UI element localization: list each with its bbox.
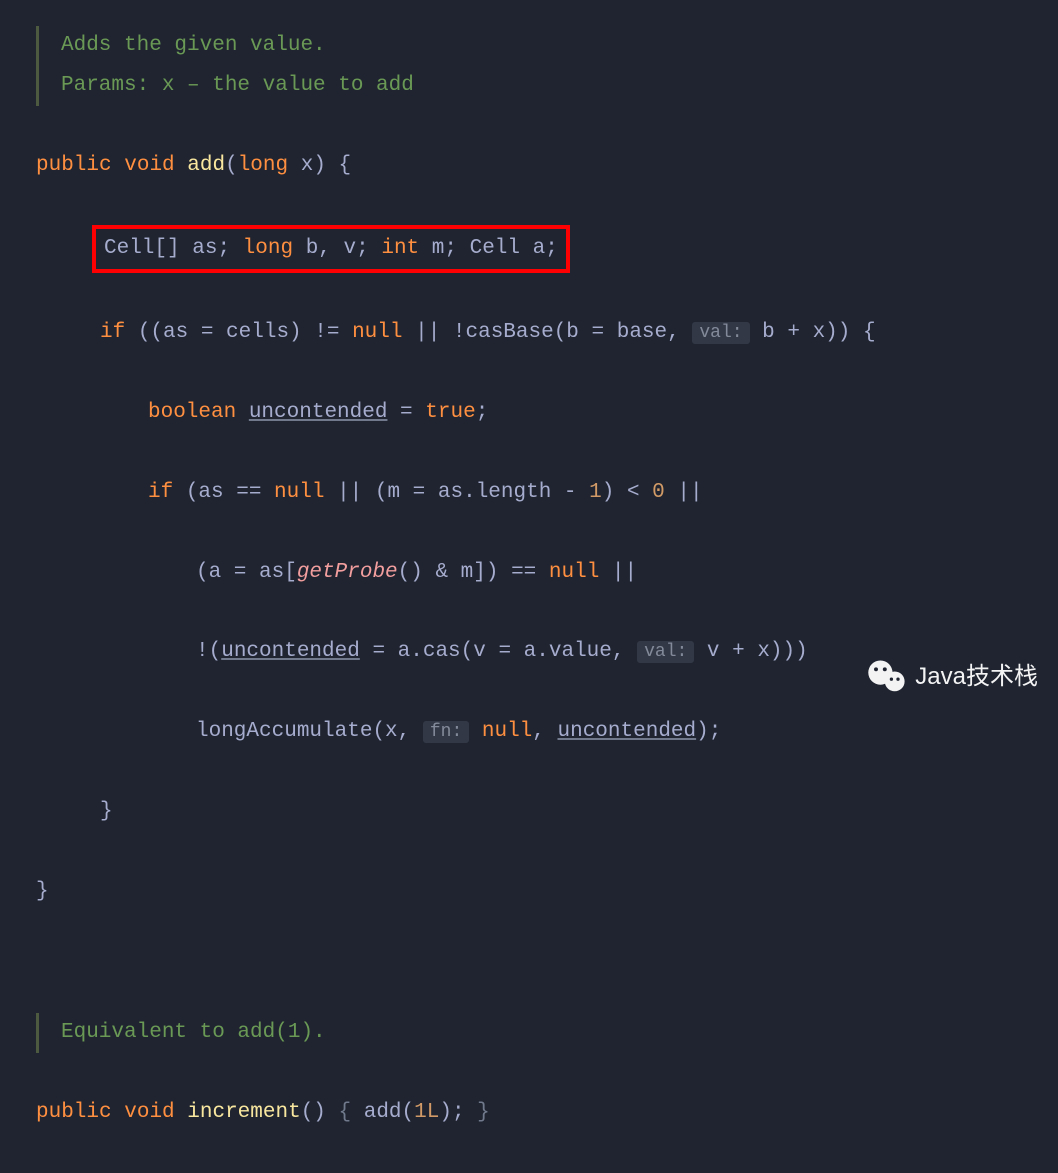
if-inner-2: (a = as[getProbe() & m]) == null || bbox=[0, 553, 1058, 593]
javadoc-line2: Params: x – the value to add bbox=[61, 74, 414, 97]
method-signature-increment: public void increment() { add(1L); } bbox=[0, 1093, 1058, 1133]
javadoc-line1: Adds the given value. bbox=[61, 34, 326, 57]
javadoc-increment: Equivalent to add(1). bbox=[61, 1021, 326, 1044]
if-inner: if (as == null || (m = as.length - 1) < … bbox=[0, 473, 1058, 513]
param-hint-val: val: bbox=[692, 322, 749, 344]
uncontended-decl: boolean uncontended = true; bbox=[0, 393, 1058, 433]
close-brace-outer: } bbox=[0, 872, 1058, 912]
watermark: Java技术栈 bbox=[865, 654, 1038, 700]
watermark-text: Java技术栈 bbox=[915, 654, 1038, 700]
long-accumulate-call: longAccumulate(x, fn: null, uncontended)… bbox=[0, 712, 1058, 752]
local-declarations: Cell[] as; long b, v; int m; Cell a; bbox=[0, 225, 1058, 273]
param-hint-fn: fn: bbox=[423, 721, 469, 743]
param-hint-val2: val: bbox=[637, 641, 694, 663]
close-brace-inner: } bbox=[0, 792, 1058, 832]
if-casbase: if ((as = cells) != null || !casBase(b =… bbox=[0, 313, 1058, 353]
method-signature-add: public void add(long x) { bbox=[0, 146, 1058, 186]
wechat-icon bbox=[865, 655, 909, 699]
